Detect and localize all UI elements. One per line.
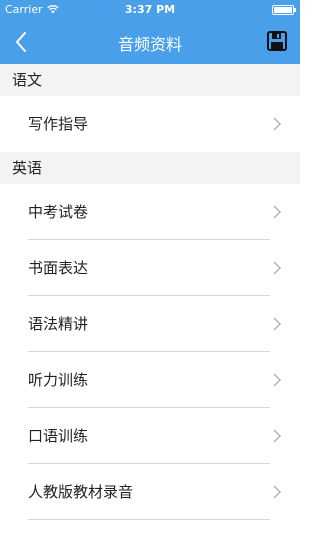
save-icon[interactable] [266, 30, 288, 52]
row-separator [28, 519, 270, 520]
list-item-writing-guide[interactable]: 写作指导 [0, 96, 300, 152]
page-title: 音频资料 [117, 35, 182, 54]
chevron-right-icon [273, 205, 282, 219]
chevron-right-icon [273, 429, 282, 443]
list-item-label: 书面表达 [28, 259, 89, 277]
section-header-chinese: 语文 [0, 64, 300, 96]
chevron-right-icon [273, 261, 282, 275]
status-time: 3:37 PM [124, 3, 176, 16]
list-item-grammar[interactable]: 语法精讲 [0, 296, 300, 352]
list-item-speaking[interactable]: 口语训练 [0, 408, 300, 464]
navigation-bar: 音频资料 [0, 20, 300, 64]
chevron-right-icon [273, 373, 282, 387]
list-item-listening[interactable]: 听力训练 [0, 352, 300, 408]
section-header-english: 英语 [0, 152, 300, 184]
battery-icon [272, 5, 296, 15]
status-bar: Carrier 3:37 PM [0, 0, 300, 20]
list-item-label: 人教版教材录音 [28, 483, 134, 501]
list-item-label: 口语训练 [28, 427, 89, 445]
list-item-written-expression[interactable]: 书面表达 [0, 240, 300, 296]
content-list: 语文 写作指导 英语 中考试卷 书面表达 语法精讲 听力训练 口语训练 人教版教… [0, 64, 300, 533]
chevron-right-icon [273, 117, 282, 131]
list-item-exam-papers[interactable]: 中考试卷 [0, 184, 300, 240]
list-item-label: 听力训练 [28, 371, 89, 389]
chevron-right-icon [273, 485, 282, 499]
list-item-textbook-audio[interactable]: 人教版教材录音 [0, 464, 300, 520]
list-item-label: 语法精讲 [28, 315, 89, 333]
list-item-label: 写作指导 [28, 115, 89, 133]
list-item-label: 中考试卷 [28, 203, 89, 221]
chevron-right-icon [273, 317, 282, 331]
